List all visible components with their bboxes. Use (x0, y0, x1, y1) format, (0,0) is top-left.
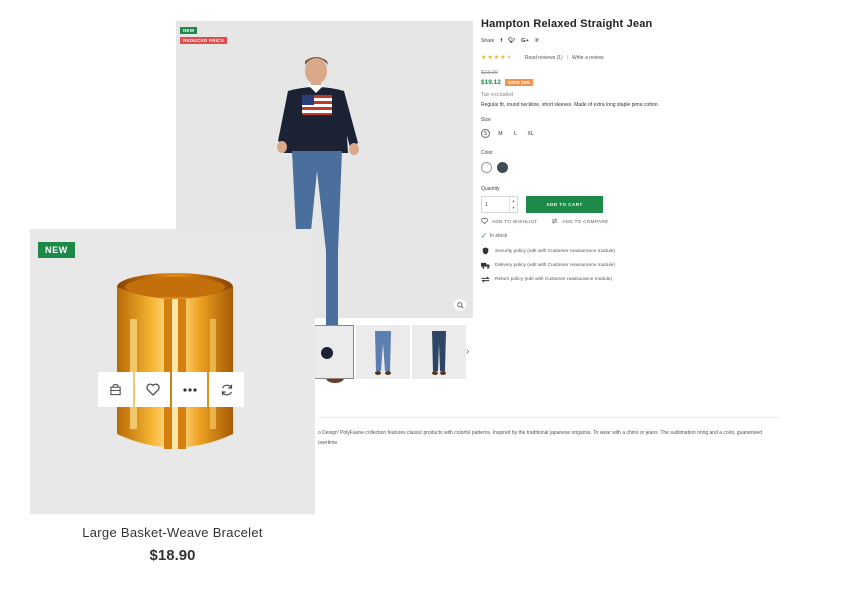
security-policy: Security policy (edit with Customer reas… (481, 247, 781, 255)
size-option-s[interactable]: S (481, 129, 490, 138)
add-to-compare-link[interactable]: ADD TO COMPARE (551, 218, 608, 224)
pinterest-icon[interactable]: ℗ (535, 38, 539, 44)
product-description: o Design' PolyFaune collection features … (318, 430, 763, 446)
old-price: $23.90 (481, 70, 498, 76)
tax-label: Tax excluded (481, 92, 514, 98)
wishlist-compare-row: ADD TO WISHLIST ADD TO COMPARE (481, 218, 781, 224)
zoom-button[interactable] (454, 299, 466, 311)
quantity-row: ▲ ▼ ADD TO CART (481, 196, 781, 213)
price-row: $19.12 SAVE 20% (481, 79, 781, 86)
color-swatch-white[interactable] (481, 162, 492, 173)
thumbnail-3[interactable] (412, 325, 466, 379)
compare-action[interactable] (209, 372, 244, 407)
rating-row: ★★★★★ Read reviews (1) | Write a review (481, 54, 781, 62)
more-icon (182, 387, 197, 392)
return-policy: Return policy (edit with Customer reassu… (481, 276, 781, 283)
product-title: Hampton Relaxed Straight Jean (481, 18, 653, 30)
share-row: Share f 🐦︎ G+ ℗ (481, 38, 781, 44)
quick-actions (98, 372, 244, 407)
product-card[interactable]: NEW Large Basket-Weave Bracelet $18.90 (30, 229, 315, 574)
product-card-image[interactable]: NEW (30, 229, 315, 514)
save-badge: SAVE 20% (504, 79, 534, 86)
compare-icon (552, 218, 558, 224)
product-info: Hampton Relaxed Straight Jean Share f 🐦︎… (481, 18, 781, 283)
chevron-right-icon[interactable]: › (466, 346, 469, 357)
more-options-action[interactable] (172, 372, 207, 407)
add-to-wishlist-label: ADD TO WISHLIST (492, 218, 538, 224)
quantity-stepper: ▲ ▼ (481, 196, 518, 213)
twitter-icon[interactable]: 🐦︎ (508, 38, 515, 44)
size-label: Size (481, 117, 491, 123)
heart-icon (145, 383, 160, 396)
size-options: S M L XL (481, 129, 781, 138)
refresh-icon (221, 384, 232, 395)
check-icon: ✓ (481, 233, 487, 240)
security-policy-text: Security policy (edit with Customer reas… (495, 248, 615, 254)
quantity-arrows: ▲ ▼ (509, 197, 517, 212)
color-options (481, 162, 781, 173)
product-card-title[interactable]: Large Basket-Weave Bracelet (30, 525, 315, 540)
stock-status: ✓ In stock (481, 232, 781, 240)
color-label: Color (481, 150, 493, 156)
stock-label: In stock (489, 233, 508, 239)
size-option-xl[interactable]: XL (526, 129, 535, 138)
google-plus-icon[interactable]: G+ (521, 38, 529, 44)
product-card-price: $18.90 (149, 547, 196, 564)
thumbnail-image (432, 331, 446, 375)
current-price: $19.12 (481, 79, 501, 86)
delivery-policy: Delivery policy (edit with Customer reas… (481, 262, 781, 269)
swap-arrows-icon (481, 276, 490, 283)
new-flag: NEW (180, 27, 198, 34)
truck-icon (481, 262, 490, 269)
cart-icon (110, 383, 121, 396)
reduced-price-flag: REDUCED PRICE (180, 37, 228, 44)
chevron-down-icon[interactable]: ▼ (512, 206, 515, 210)
new-flag: NEW (38, 242, 75, 258)
description-divider (318, 417, 780, 418)
thumbnail-2[interactable] (356, 325, 410, 379)
chevron-up-icon[interactable]: ▲ (512, 199, 515, 203)
size-option-m[interactable]: M (496, 129, 505, 138)
size-option-l[interactable]: L (511, 129, 520, 138)
add-to-cart-action[interactable] (98, 372, 133, 407)
return-policy-text: Return policy (edit with Customer reassu… (495, 277, 613, 282)
wishlist-action[interactable] (135, 372, 170, 407)
facebook-icon[interactable]: f (500, 38, 502, 44)
delivery-policy-text: Delivery policy (edit with Customer reas… (495, 263, 615, 268)
shield-icon (482, 247, 489, 255)
quantity-label: Quantity (481, 186, 500, 192)
add-to-compare-label: ADD TO COMPARE (562, 218, 609, 224)
divider: | (566, 54, 569, 61)
share-label: Share (481, 38, 495, 44)
thumbnail-image (375, 331, 391, 375)
quantity-input[interactable] (482, 197, 509, 212)
short-description: Regular fit, round neckline, short sleev… (481, 102, 659, 108)
color-swatch-dark[interactable] (497, 162, 508, 173)
read-reviews-link[interactable]: Read reviews (1) (525, 55, 563, 61)
write-review-link[interactable]: Write a review (572, 55, 604, 61)
add-to-wishlist-link[interactable]: ADD TO WISHLIST (481, 218, 537, 224)
rating-stars: ★★★★★ (481, 55, 513, 61)
add-to-cart-button[interactable]: ADD TO CART (526, 196, 603, 213)
zoom-icon (456, 301, 464, 309)
heart-icon (481, 218, 488, 224)
